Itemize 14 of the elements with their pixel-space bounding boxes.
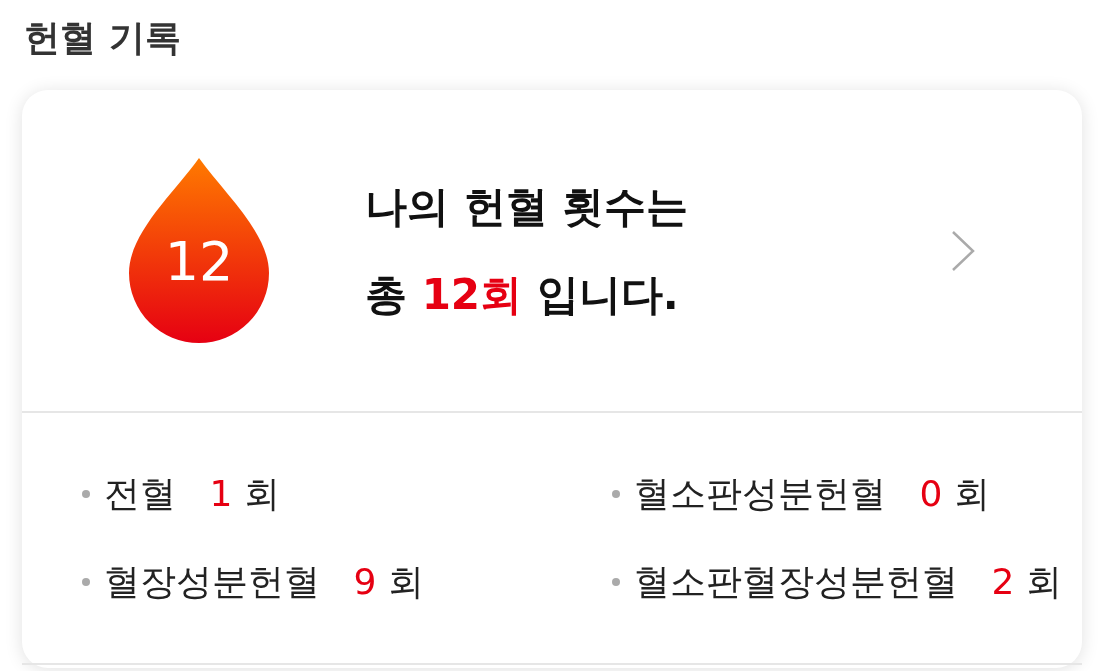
- chevron-right-icon[interactable]: [950, 228, 976, 273]
- bullet-icon: [82, 578, 90, 586]
- blood-drop-icon: [129, 158, 269, 343]
- stat-text: 혈소판혈장성분헌혈 2 회: [634, 560, 1062, 604]
- summary-total-text: 총 12회 입니다.: [365, 268, 680, 321]
- count-number: 12: [163, 230, 235, 294]
- stat-text: 혈소판성분헌혈 0 회: [634, 472, 990, 516]
- bullet-icon: [612, 578, 620, 586]
- summary-text: 나의 헌혈 횟수는: [365, 180, 689, 233]
- page-title: 헌혈 기록: [24, 16, 182, 60]
- stat-text: 전혈 1 회: [104, 472, 280, 516]
- bullet-icon: [612, 490, 620, 498]
- bullet-icon: [82, 490, 90, 498]
- stat-text: 혈장성분헌혈 9 회: [104, 560, 424, 604]
